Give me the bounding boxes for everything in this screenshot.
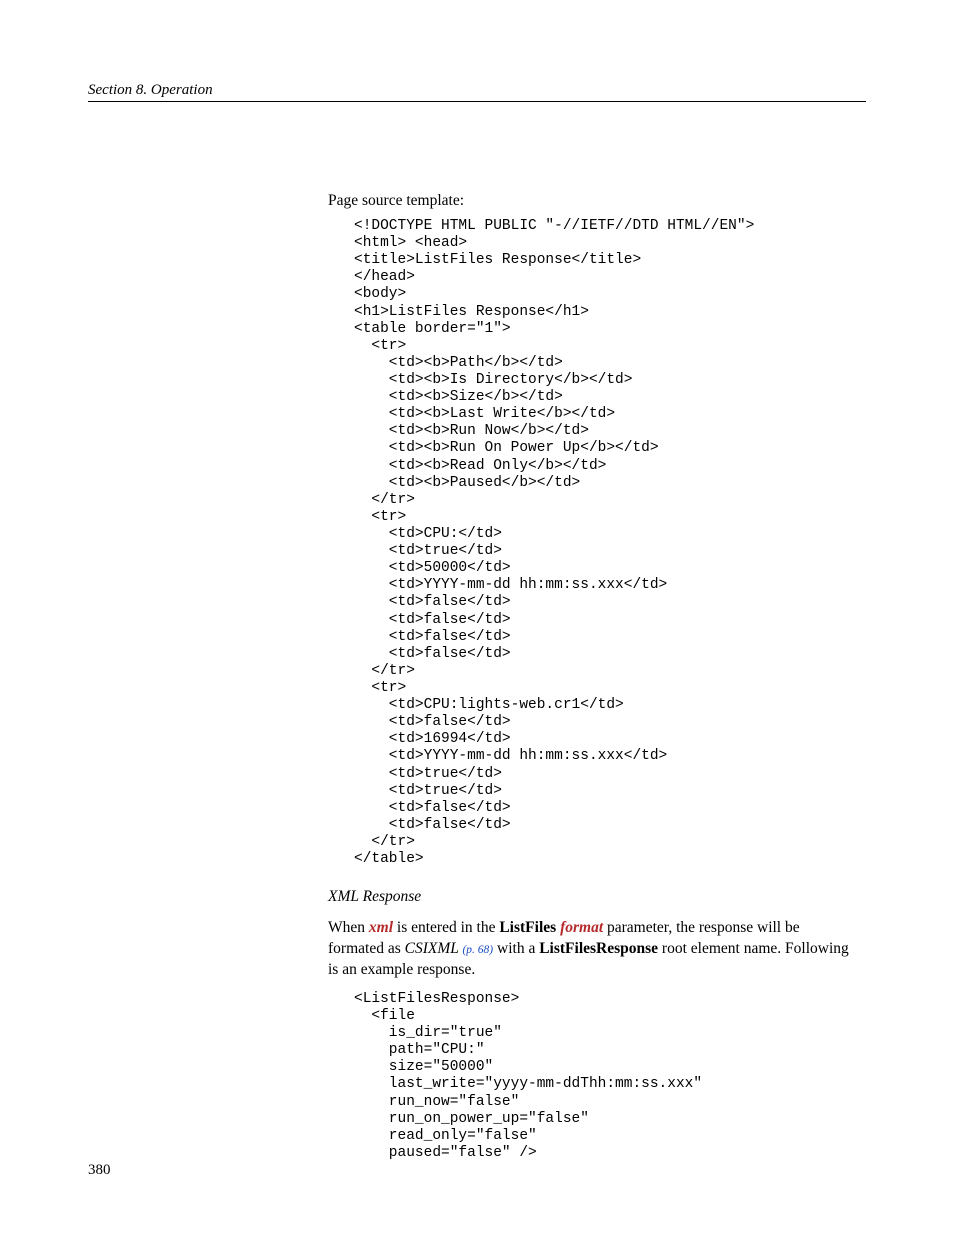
text-part: is entered in the (393, 919, 499, 936)
page-reference-link[interactable]: (p. 68) (462, 944, 493, 956)
xml-response-paragraph: When xml is entered in the ListFiles for… (328, 918, 856, 981)
text-part: When (328, 919, 369, 936)
html-template-code: <!DOCTYPE HTML PUBLIC "-//IETF//DTD HTML… (354, 218, 856, 868)
page-number: 380 (88, 1162, 111, 1179)
listfilesresponse-bold: ListFilesResponse (539, 940, 658, 957)
intro-label: Page source template: (328, 192, 856, 210)
text-part: with a (493, 940, 539, 957)
format-keyword: format (560, 919, 603, 936)
xml-response-heading: XML Response (328, 888, 856, 906)
main-content: Page source template: <!DOCTYPE HTML PUB… (328, 192, 856, 1162)
listfiles-bold: ListFiles (499, 919, 556, 936)
page-header: Section 8. Operation (88, 82, 866, 102)
xml-keyword: xml (369, 919, 393, 936)
xml-example-code: <ListFilesResponse> <file is_dir="true" … (354, 991, 856, 1162)
csixml-term: CSIXML (405, 940, 463, 957)
